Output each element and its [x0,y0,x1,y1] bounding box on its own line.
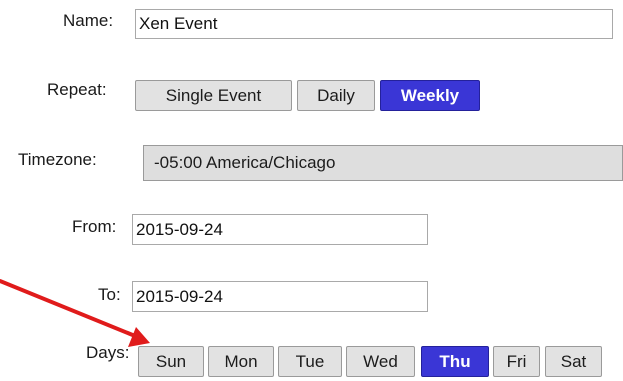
name-label: Name: [63,11,114,30]
to-date-input[interactable] [132,281,428,312]
repeat-single-event-button[interactable]: Single Event [135,80,292,111]
repeat-daily-button[interactable]: Daily [297,80,375,111]
day-fri-button[interactable]: Fri [493,346,540,377]
name-input[interactable] [135,9,613,39]
day-sat-button[interactable]: Sat [545,346,602,377]
from-date-input[interactable] [132,214,428,245]
day-thu-button[interactable]: Thu [421,346,489,377]
day-sun-button[interactable]: Sun [138,346,204,377]
repeat-label: Repeat: [47,80,107,99]
red-arrow-icon [0,279,150,347]
day-tue-button[interactable]: Tue [278,346,342,377]
timezone-label: Timezone: [18,150,97,169]
to-label: To: [98,285,121,304]
from-label: From: [72,217,117,236]
days-label: Days: [86,343,130,362]
repeat-weekly-button[interactable]: Weekly [380,80,480,111]
day-wed-button[interactable]: Wed [346,346,415,377]
day-mon-button[interactable]: Mon [208,346,274,377]
timezone-select[interactable]: -05:00 America/Chicago [143,145,623,181]
